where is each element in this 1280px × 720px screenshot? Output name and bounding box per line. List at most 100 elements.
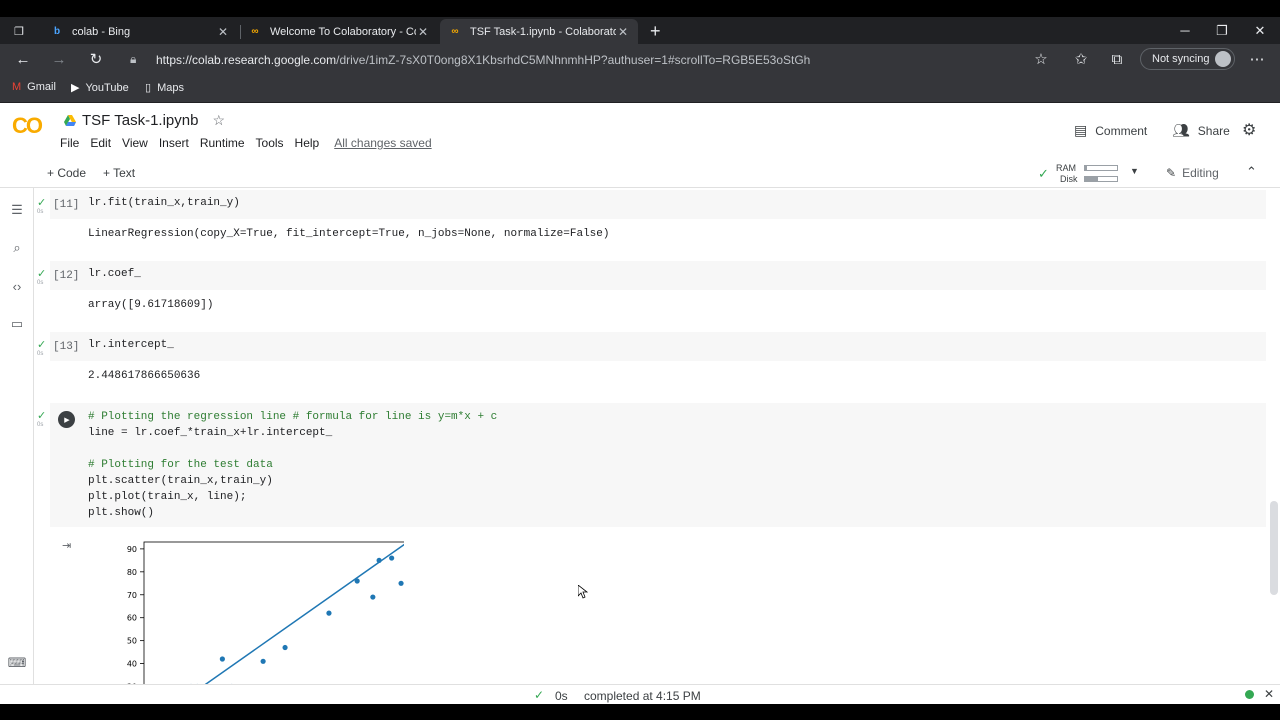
scrollbar[interactable] [1270,501,1278,595]
url-host: https://colab.research.google.com [156,52,337,67]
scatter-point [370,594,376,600]
colab-icon: ∞ [251,26,259,37]
settings-button[interactable]: ⚙ [1242,120,1264,140]
menu-bar: File Edit View Insert Runtime Tools Help… [60,136,443,150]
notebook-title[interactable]: TSF Task-1.ipynb ☆ [64,112,225,129]
command-palette-icon[interactable]: ⌨ [8,655,27,671]
editing-mode-button[interactable]: ✎ Editing [1166,166,1219,180]
collapse-header-icon[interactable]: ⌃ [1246,164,1257,180]
window-close-icon[interactable]: ✕ [1241,17,1279,44]
close-status-icon[interactable]: ✕ [1264,687,1274,701]
close-tab-icon[interactable]: ✕ [616,25,630,39]
close-tab-icon[interactable]: ✕ [216,25,230,39]
cell-success-icon: ✓ [37,268,47,280]
disk-bar-fill [1085,177,1098,181]
scatter-point [354,578,360,584]
cell-success-icon: ✓ [37,197,47,209]
plot-frame [143,541,404,684]
bookmark-gmail[interactable]: M Gmail [12,81,56,93]
tab-actions-icon[interactable]: ❐ [6,19,36,44]
ram-bar [1084,165,1118,171]
cell-success-icon: ✓ [37,339,47,351]
profile-sync-button[interactable]: Not syncing [1140,48,1235,70]
menu-insert[interactable]: Insert [159,136,189,150]
code-editor[interactable]: lr.fit(train_x,train_y) [50,190,1266,219]
page-icon: ▯ [145,82,152,94]
code-editor[interactable]: lr.coef_ [50,261,1266,290]
add-code-button[interactable]: + Code [47,166,86,180]
completed-check-icon: ✓ [534,688,545,702]
cell-output: LinearRegression(copy_X=True, fit_interc… [88,228,610,240]
y-tick-label: 80 [127,568,137,577]
refresh-icon[interactable]: ↻ [85,48,107,70]
pencil-icon: ✎ [1166,166,1177,180]
star-icon[interactable]: ☆ [212,112,225,129]
table-of-contents-icon[interactable]: ☰ [9,202,25,218]
notebook-cells: lr.fit(train_x,train_y) ✓ 0s [11] Linear… [34,188,1280,684]
colab-icon: ∞ [451,26,459,37]
add-favorite-icon[interactable]: ☆ [1030,48,1052,70]
close-tab-icon[interactable]: ✕ [416,25,430,39]
tab-bing[interactable]: b colab - Bing ✕ [42,19,238,44]
people-icon: 👥︎ [1172,122,1190,138]
run-cell-button[interactable]: ▶ [58,411,75,428]
connected-check-icon: ✓ [1038,166,1049,181]
cell-prompt: [13] [53,341,80,353]
collections-icon[interactable]: ⧉ [1106,48,1128,70]
forward-icon[interactable]: → [48,48,70,70]
execution-duration: 0s [555,689,568,703]
menu-runtime[interactable]: Runtime [200,136,245,150]
scatter-point [260,658,266,664]
y-tick-label: 40 [127,660,137,669]
minimize-icon[interactable]: ─ [1166,17,1204,44]
files-icon[interactable]: ▭ [9,316,25,332]
menu-view[interactable]: View [122,136,148,150]
url-path: /drive/1imZ-7sX0T0ong8X1KbsrhdC5MNhnmhHP… [336,52,811,67]
address-bar[interactable]: 🔒︎ https://colab.research.google.com/dri… [124,47,1124,72]
more-options-icon[interactable]: ⋯ [1246,48,1268,70]
notebook-toolbar: + Code + Text ✓ RAM Disk ▼ ✎ Editing ⌃ [0,158,1280,188]
tab-welcome-colab[interactable]: ∞ Welcome To Colaboratory - Cola ✕ [240,19,438,44]
code-editor[interactable]: # Plotting the regression line # formula… [50,403,1266,527]
resources-indicator[interactable]: ✓ RAM Disk ▼ [1038,161,1148,185]
code-snippets-icon[interactable]: ‹› [9,278,25,294]
scatter-point [398,580,404,586]
menu-tools[interactable]: Tools [256,136,284,150]
search-icon[interactable]: ⌕ [9,240,25,256]
avatar [1215,51,1231,67]
y-tick-label: 50 [127,637,137,646]
y-tick-label: 90 [127,545,137,554]
browser-tab-strip: ❐ b colab - Bing ✕ ∞ Welcome To Colabora… [0,17,1280,44]
bookmark-youtube[interactable]: ▶ YouTube [71,81,129,95]
ram-bar-fill [1085,166,1087,170]
save-status[interactable]: All changes saved [334,136,431,150]
runtime-status-dot [1245,690,1254,699]
y-tick-label: 70 [127,591,137,600]
menu-help[interactable]: Help [295,136,320,150]
tab-tsf-task[interactable]: ∞ TSF Task-1.ipynb - Colaboratory ✕ [440,19,638,44]
bookmarks-bar: M Gmail ▶ YouTube ▯ Maps [0,75,1280,103]
comment-icon: ▤ [1074,122,1088,138]
execution-status[interactable]: completed at 4:15 PM [584,689,701,703]
scatter-point [219,656,225,662]
back-icon[interactable]: ← [12,48,34,70]
add-text-button[interactable]: + Text [103,166,135,180]
colab-logo[interactable]: CO [12,113,43,139]
chevron-down-icon[interactable]: ▼ [1130,166,1139,176]
y-tick-label: 60 [127,614,137,623]
youtube-icon: ▶ [71,82,80,94]
bookmark-maps[interactable]: ▯ Maps [145,81,184,95]
colab-page: CO TSF Task-1.ipynb ☆ File Edit View Ins… [0,103,1280,684]
favorites-icon[interactable]: ✩ [1070,48,1092,70]
menu-file[interactable]: File [60,136,79,150]
share-button[interactable]: 👥︎ Share [1172,122,1230,139]
cell-prompt: [12] [53,270,80,282]
comment-button[interactable]: ▤ Comment [1074,122,1147,139]
cell-output: 2.448617866650636 [88,370,201,382]
cell-prompt: [11] [53,199,80,211]
code-editor[interactable]: lr.intercept_ [50,332,1266,361]
output-actions-icon[interactable]: ⇥ [62,539,71,552]
maximize-icon[interactable]: ❐ [1203,17,1241,44]
menu-edit[interactable]: Edit [90,136,111,150]
new-tab-button[interactable]: + [642,19,664,44]
